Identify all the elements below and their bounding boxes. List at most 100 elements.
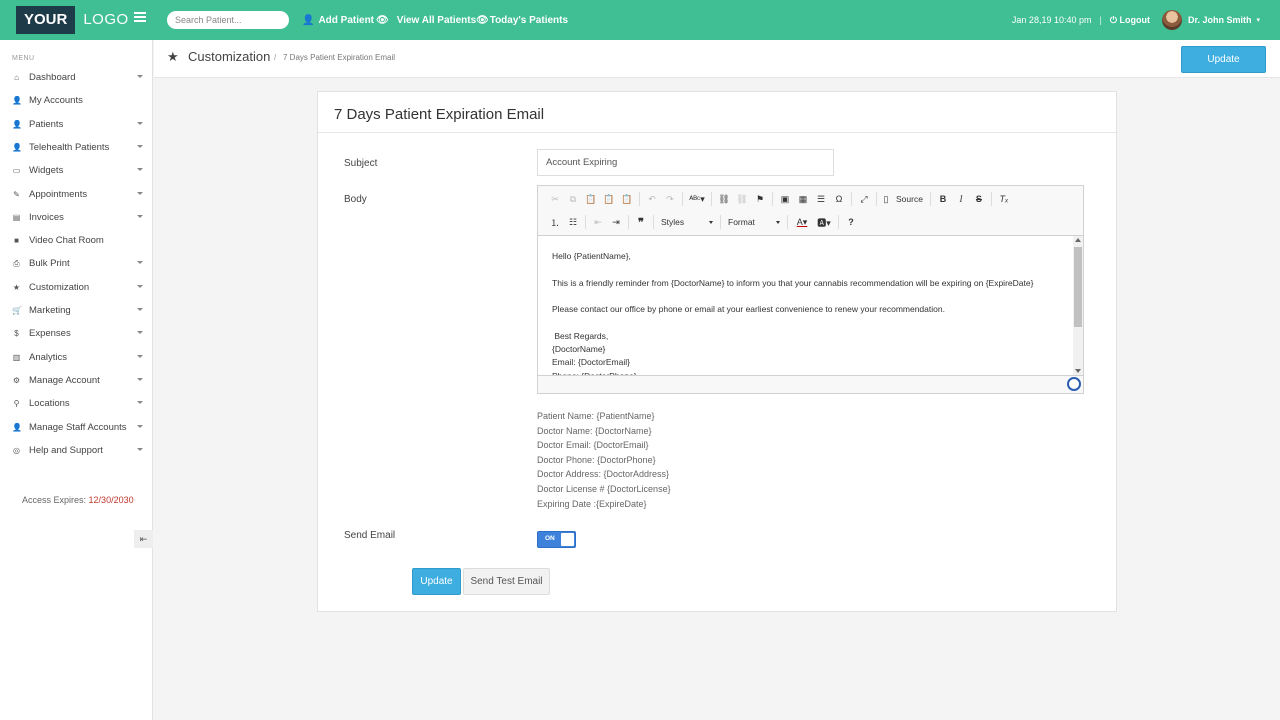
sidebar-item-help-and-support[interactable]: ◎ Help and Support	[0, 439, 153, 462]
paste-word-icon[interactable]: 📋	[618, 190, 636, 208]
toggle-on-label: ON	[545, 535, 555, 542]
eye-icon: 👁	[476, 14, 489, 26]
add-patient-link[interactable]: 👤 Add Patient	[302, 0, 374, 40]
remove-format-icon[interactable]: Tₓ	[995, 190, 1013, 208]
sidebar-item-video-chat-room[interactable]: ■ Video Chat Room	[0, 229, 153, 252]
view-all-patients-link[interactable]: 👁 View All Patients	[376, 0, 476, 40]
sidebar-item-manage-account[interactable]: ⚙ Manage Account	[0, 369, 153, 392]
subject-input[interactable]	[537, 149, 834, 176]
send-test-email-button[interactable]: Send Test Email	[463, 568, 550, 595]
sidebar-item-customization[interactable]: ★ Customization	[0, 276, 153, 299]
chevron-down-icon	[776, 220, 780, 224]
sidebar-item-icon: ★	[12, 282, 21, 292]
link-icon[interactable]: ⛓	[715, 190, 733, 208]
sidebar-item-analytics[interactable]: ▥ Analytics	[0, 346, 153, 369]
email-body-text[interactable]: Hello {PatientName}, This is a friendly r…	[552, 250, 1062, 375]
sidebar-item-label: Help and Support	[29, 444, 103, 456]
spellcheck-icon[interactable]: ᴬᴮᶜ▾	[686, 190, 708, 208]
add-patient-label: Add Patient	[318, 14, 375, 26]
placeholder-item: Doctor License # {DoctorLicense}	[537, 483, 671, 494]
image-icon[interactable]: ▣	[776, 190, 794, 208]
italic-icon[interactable]: I	[952, 190, 970, 208]
update-button[interactable]: Update	[412, 568, 461, 595]
sidebar-item-telehealth-patients[interactable]: 👤 Telehealth Patients	[0, 136, 153, 159]
access-expires: Access Expires: 12/30/2030	[22, 495, 134, 505]
horizontal-line-icon[interactable]: ☰	[812, 190, 830, 208]
logo[interactable]: YOUR LOGO	[16, 6, 137, 34]
sidebar-item-icon: ✎	[13, 189, 20, 199]
format-dropdown[interactable]: Format	[724, 214, 784, 230]
source-icon[interactable]: ▯	[880, 190, 892, 208]
todays-patients-link[interactable]: 👁 Today's Patients	[476, 0, 568, 40]
send-email-toggle[interactable]: ON	[537, 531, 576, 548]
rich-text-editor: ✂ ⧉ 📋 📋 📋 ↶ ↷ ᴬᴮᶜ▾ ⛓ ⛓ ⚑ ▣ ▦ ☰ Ω ⤢ ▯ Sou…	[537, 185, 1084, 394]
sidebar-item-icon: ◎	[13, 445, 20, 455]
special-char-icon[interactable]: Ω	[830, 190, 848, 208]
cut-icon[interactable]: ✂	[546, 190, 564, 208]
blockquote-icon[interactable]: ❞	[632, 213, 650, 231]
chevron-down-icon	[137, 447, 143, 451]
logo-your: YOUR	[16, 6, 76, 34]
redo-icon[interactable]: ↷	[661, 190, 679, 208]
scroll-down-icon[interactable]	[1075, 369, 1081, 373]
breadcrumb-separator: /	[274, 53, 277, 62]
sidebar-item-dashboard[interactable]: ⌂ Dashboard	[0, 66, 153, 89]
scroll-thumb[interactable]	[1074, 247, 1082, 327]
indent-icon[interactable]: ⇥	[607, 213, 625, 231]
sidebar-item-label: Locations	[29, 398, 70, 410]
source-button[interactable]: Source	[892, 194, 927, 204]
maximize-icon[interactable]: ⤢	[855, 190, 873, 208]
sidebar-item-icon: ■	[14, 236, 19, 246]
sidebar-item-patients[interactable]: 👤 Patients	[0, 113, 153, 136]
hamburger-menu-icon[interactable]	[134, 12, 146, 28]
styles-dropdown[interactable]: Styles	[657, 214, 717, 230]
scroll-up-icon[interactable]	[1075, 238, 1081, 242]
sidebar-item-icon: ⌂	[14, 73, 19, 82]
sidebar-item-expenses[interactable]: $ Expenses	[0, 322, 153, 345]
header-update-button[interactable]: Update	[1181, 46, 1266, 73]
paste-icon[interactable]: 📋	[582, 190, 600, 208]
collapse-sidebar-icon[interactable]: ⇤	[134, 530, 153, 548]
panel-header: 7 Days Patient Expiration Email	[318, 92, 1116, 133]
copy-icon[interactable]: ⧉	[564, 190, 582, 208]
help-icon[interactable]: ?	[842, 213, 860, 231]
logout-link[interactable]: ⏻ Logout	[1110, 15, 1150, 26]
top-right-area: Jan 28,19 10:40 pm | ⏻ Logout Dr. John S…	[1012, 0, 1260, 40]
numbered-list-icon[interactable]: ⒈	[546, 213, 564, 231]
body-label: Body	[344, 194, 367, 205]
sidebar-item-appointments[interactable]: ✎ Appointments	[0, 183, 153, 206]
background-color-icon[interactable]: 🅰▾	[813, 213, 835, 231]
chevron-down-icon[interactable]: ▾	[1256, 16, 1260, 24]
bulleted-list-icon[interactable]: ☷	[564, 213, 582, 231]
editor-content-area[interactable]: Hello {PatientName}, This is a friendly r…	[538, 236, 1083, 376]
anchor-icon[interactable]: ⚑	[751, 190, 769, 208]
text-color-icon[interactable]: A▾	[791, 213, 813, 231]
avatar[interactable]	[1161, 10, 1182, 30]
add-user-icon: 👤	[302, 14, 315, 26]
sidebar-item-locations[interactable]: ⚲ Locations	[0, 392, 153, 415]
undo-icon[interactable]: ↶	[643, 190, 661, 208]
chevron-down-icon	[137, 308, 143, 311]
bold-icon[interactable]: B	[934, 190, 952, 208]
sidebar-item-marketing[interactable]: 🛒 Marketing	[0, 299, 153, 322]
sidebar-item-my-accounts[interactable]: 👤 My Accounts	[0, 89, 153, 112]
outdent-icon[interactable]: ⇤	[589, 213, 607, 231]
editor-scrollbar[interactable]	[1073, 236, 1083, 375]
sidebar-item-manage-staff-accounts[interactable]: 👤 Manage Staff Accounts	[0, 416, 153, 439]
editor-resize-icon[interactable]	[1067, 377, 1081, 391]
table-icon[interactable]: ▦	[794, 190, 812, 208]
placeholder-item: Doctor Name: {DoctorName}	[537, 425, 652, 436]
unlink-icon[interactable]: ⛓	[733, 190, 751, 208]
sidebar: MENU ⌂ Dashboard 👤 My Accounts 👤 Patients 👤 Tel…	[0, 40, 153, 720]
sidebar-item-icon: 👤	[12, 142, 22, 152]
sidebar-item-bulk-print[interactable]: ⎙ Bulk Print	[0, 252, 153, 275]
sidebar-item-invoices[interactable]: ▤ Invoices	[0, 206, 153, 229]
view-all-patients-label: View All Patients	[396, 14, 477, 26]
paste-text-icon[interactable]: 📋	[600, 190, 618, 208]
user-name[interactable]: Dr. John Smith	[1188, 15, 1252, 25]
sidebar-item-icon: ⚲	[13, 399, 20, 409]
search-patient-input[interactable]	[167, 11, 289, 29]
sidebar-item-widgets[interactable]: ▭ Widgets	[0, 159, 153, 182]
sidebar-item-label: Marketing	[29, 305, 71, 316]
strikethrough-icon[interactable]: S	[970, 190, 988, 208]
